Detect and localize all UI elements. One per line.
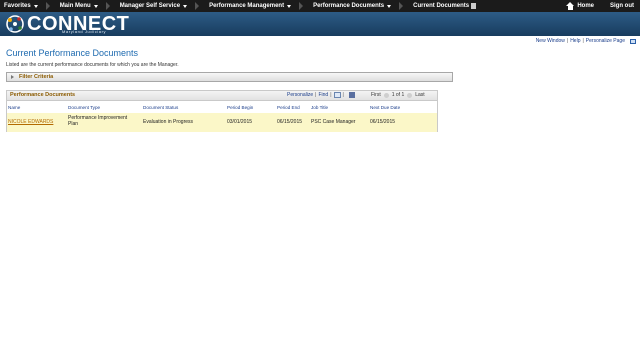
column-header-document-status[interactable]: Document Status [143,105,178,110]
nav-current-documents[interactable]: Current Documents [409,0,482,12]
grid-title: Performance Documents [10,92,76,98]
download-icon[interactable] [348,92,355,98]
period-end-cell: 06/15/2015 [277,119,303,125]
employee-name-link[interactable]: NICOLE EDWARDS [8,119,53,125]
home-link[interactable]: Home [566,2,594,10]
breadcrumb-separator-icon [299,2,304,10]
top-nav-bar: Favorites Main Menu Manager Self Service… [0,0,640,12]
filter-criteria-toggle[interactable]: Filter Criteria [6,72,453,82]
nav-favorites[interactable]: Favorites [0,0,56,12]
tool-separator: | [342,92,344,98]
chevron-down-icon [287,4,292,8]
nav-favorites-label: Favorites [4,3,31,9]
document-status-cell: Evaluation in Progress [143,119,194,125]
connect-logo-mark-icon [6,15,24,33]
next-due-date-cell: 06/15/2015 [370,119,396,125]
breadcrumb-separator-icon [195,2,200,10]
banner: CONNECT Maryland Judiciary [0,12,640,36]
page-links: New Window | Help | Personalize Page [536,38,636,44]
table-row: NICOLE EDWARDS Performance Improvement P… [7,113,437,132]
tool-separator: | [330,92,332,98]
column-header-period-begin[interactable]: Period Begin [227,105,253,110]
new-window-link[interactable]: New Window [536,38,565,44]
find-link[interactable]: Find [318,92,328,98]
chevron-down-icon [93,4,98,8]
chevron-down-icon [183,4,188,8]
nav-performance-management[interactable]: Performance Management [205,0,309,12]
grid-tools: Personalize | Find | | [287,92,355,98]
grid-header: Performance Documents Personalize | Find… [7,91,437,101]
breadcrumb-separator-icon [399,2,404,10]
column-headers: Name Document Type Document Status Perio… [7,102,437,112]
next-icon[interactable] [407,92,413,98]
nav-main-menu[interactable]: Main Menu [56,0,116,12]
breadcrumb-separator-icon [105,2,110,10]
breadcrumb-separator-icon [45,2,50,10]
link-separator: | [582,38,584,44]
view-all-icon[interactable] [333,92,341,98]
grid-pagination: First 1 of 1 Last [371,92,425,98]
first-link[interactable]: First [371,92,381,98]
logo-subtitle: Maryland Judiciary [62,29,107,34]
row-range: 1 of 1 [391,92,405,98]
sign-out-link[interactable]: Sign out [610,3,634,9]
nav-performance-documents[interactable]: Performance Documents [309,0,409,12]
nav-main-menu-label: Main Menu [59,3,91,9]
column-header-job-title[interactable]: Job Title [311,105,328,110]
document-type-cell-line2: Plan [68,121,79,127]
page-title: Current Performance Documents [6,48,139,58]
link-separator: | [566,38,569,44]
column-header-next-due-date[interactable]: Next Due Date [370,105,400,110]
nav-manager-self-service-label: Manager Self Service [119,3,181,9]
column-header-name[interactable]: Name [8,105,20,110]
personalize-page-link[interactable]: Personalize Page [586,38,625,44]
period-begin-cell: 03/01/2015 [227,119,253,125]
filter-criteria-label: Filter Criteria [19,74,54,80]
nav-performance-management-label: Performance Management [209,3,285,9]
tool-separator: | [315,92,317,98]
expand-triangle-icon [11,75,14,79]
pin-icon[interactable] [471,3,477,9]
previous-icon[interactable] [383,92,389,98]
page-description: Listed are the current performance docum… [6,62,179,68]
nav-performance-documents-label: Performance Documents [313,3,385,9]
chevron-down-icon [387,4,392,8]
personalize-link[interactable]: Personalize [287,92,313,98]
nav-manager-self-service[interactable]: Manager Self Service [116,0,205,12]
chevron-down-icon [33,4,38,8]
home-icon [566,2,575,10]
column-header-document-type[interactable]: Document Type [68,105,100,110]
job-title-cell: PSC Case Manager [311,119,356,125]
column-header-period-end[interactable]: Period End [277,105,300,110]
performance-documents-grid: Performance Documents Personalize | Find… [6,90,438,132]
nav-current-documents-label: Current Documents [413,3,470,9]
home-label: Home [577,3,594,9]
last-link[interactable]: Last [415,92,424,98]
help-link[interactable]: Help [570,38,580,44]
http-viewer-icon[interactable] [630,38,636,44]
